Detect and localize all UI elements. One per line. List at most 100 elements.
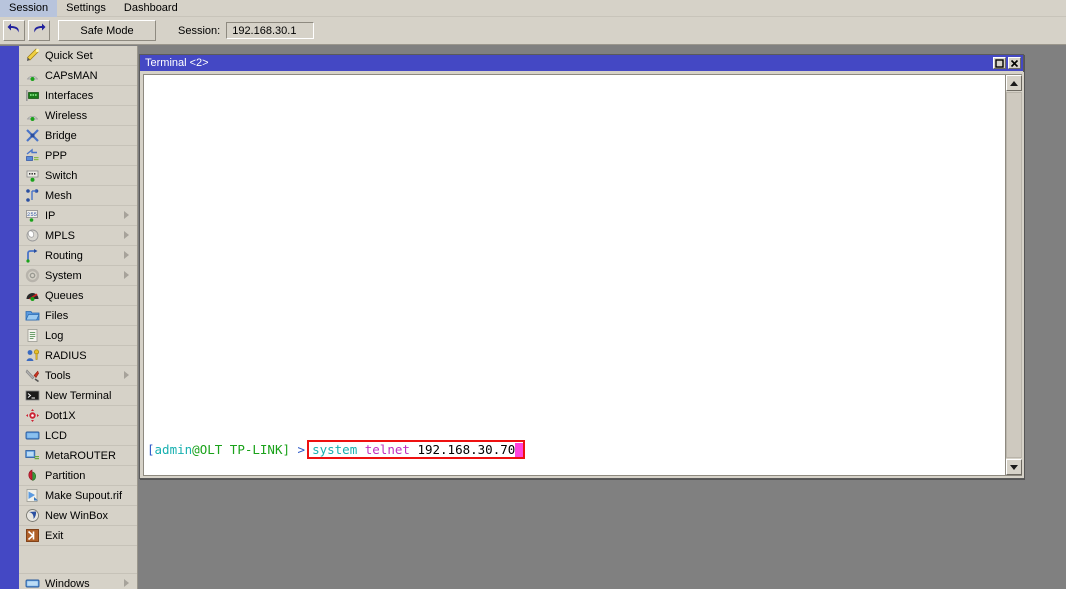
sidebar-item-label: Routing: [45, 249, 83, 262]
winbox-app: Session Settings Dashboard Safe Mode Ses…: [0, 0, 1066, 589]
sidebar-item-capsman[interactable]: CAPsMAN: [19, 66, 137, 86]
terminal-scrollbar[interactable]: [1005, 75, 1022, 475]
winbox-icon: [24, 508, 40, 524]
sidebar-item-windows[interactable]: Windows: [19, 574, 137, 589]
mesh-icon: [24, 188, 40, 204]
sidebar-item-metarouter[interactable]: MetaROUTER: [19, 446, 137, 466]
sidebar-item-label: Quick Set: [45, 49, 93, 62]
sidebar-item-label: Interfaces: [45, 89, 94, 102]
toolbar: Safe Mode Session: 192.168.30.1: [0, 17, 1066, 45]
sidebar-item-label: RADIUS: [45, 349, 87, 362]
terminal-title: Terminal <2>: [145, 57, 209, 69]
menu-session[interactable]: Session: [0, 0, 58, 17]
sidebar-item-bridge[interactable]: Bridge: [19, 126, 137, 146]
terminal-command-line[interactable]: [admin @OLT TP-LINK] > system telnet 192.…: [147, 440, 526, 459]
partition-icon: [24, 468, 40, 484]
sidebar-item-log[interactable]: Log: [19, 326, 137, 346]
ip-icon: 255: [24, 208, 40, 224]
command-highlight-box: system telnet 192.168.30.70: [307, 440, 526, 459]
sidebar-item-label: MPLS: [45, 229, 75, 242]
sidebar-item-make-supout[interactable]: Make Supout.rif: [19, 486, 137, 506]
chevron-right-icon: [124, 211, 129, 219]
antenna-icon: [24, 108, 40, 124]
interfaces-icon: [24, 88, 40, 104]
undo-button[interactable]: [3, 20, 25, 41]
sidebar-item-interfaces[interactable]: Interfaces: [19, 86, 137, 106]
prompt-host: @OLT TP-LINK]: [192, 442, 291, 457]
sidebar-item-partition[interactable]: Partition: [19, 466, 137, 486]
sidebar-item-ip[interactable]: 255 IP: [19, 206, 137, 226]
sidebar-item-ppp[interactable]: PPP: [19, 146, 137, 166]
sidebar-item-dot1x[interactable]: Dot1X: [19, 406, 137, 426]
ppp-icon: [24, 148, 40, 164]
supout-icon: [24, 488, 40, 504]
chevron-right-icon: [124, 231, 129, 239]
safe-mode-button[interactable]: Safe Mode: [58, 20, 156, 41]
sidebar-item-label: Files: [45, 309, 69, 322]
terminal-surface[interactable]: [admin @OLT TP-LINK] > system telnet 192.…: [143, 74, 1022, 476]
menu-dashboard[interactable]: Dashboard: [115, 0, 187, 17]
sidebar-item-new-terminal[interactable]: New Terminal: [19, 386, 137, 406]
command-argument: 192.168.30.70: [409, 442, 516, 457]
mpls-icon: [24, 228, 40, 244]
terminal-titlebar[interactable]: Terminal <2>: [140, 55, 1023, 71]
sidebar-item-new-winbox[interactable]: New WinBox: [19, 506, 137, 526]
sidebar-item-files[interactable]: Files: [19, 306, 137, 326]
sidebar-item-label: New Terminal: [45, 389, 112, 402]
sidebar-item-label: Partition: [45, 469, 86, 482]
windows-icon: [24, 576, 40, 589]
sidebar-item-label: System: [45, 269, 82, 282]
terminal-output[interactable]: [admin @OLT TP-LINK] > system telnet 192.…: [144, 75, 1005, 475]
system-gear-icon: [24, 268, 40, 284]
routing-icon: [24, 248, 40, 264]
sidebar-item-system[interactable]: System: [19, 266, 137, 286]
redo-button[interactable]: [28, 20, 50, 41]
sidebar-item-label: Wireless: [45, 109, 88, 122]
sidebar-item-label: Make Supout.rif: [45, 489, 123, 502]
text-cursor: [515, 442, 524, 457]
queues-icon: [24, 288, 40, 304]
close-button[interactable]: [1008, 57, 1021, 69]
sidebar-item-switch[interactable]: Switch: [19, 166, 137, 186]
sidebar-item-routing[interactable]: Routing: [19, 246, 137, 266]
chevron-right-icon: [124, 271, 129, 279]
radius-icon: [24, 348, 40, 364]
sidebar-item-lcd[interactable]: LCD: [19, 426, 137, 446]
sidebar-item-label: Queues: [45, 289, 84, 302]
undo-icon: [7, 23, 21, 39]
sidebar: WinBox Quick Set CAPsMAN Interfaces: [0, 46, 138, 589]
scroll-down-icon: [1010, 464, 1018, 470]
exit-icon: [24, 528, 40, 544]
sidebar-item-label: Log: [45, 329, 64, 342]
lcd-icon: [24, 428, 40, 444]
sidebar-item-label: Exit: [45, 529, 64, 542]
tools-icon: [24, 368, 40, 384]
scrollbar-track[interactable]: [1006, 92, 1022, 458]
sidebar-item-label: New WinBox: [45, 509, 108, 522]
command-subcommand: telnet: [357, 442, 410, 457]
sidebar-item-quick-set[interactable]: Quick Set: [19, 46, 137, 66]
sidebar-item-radius[interactable]: RADIUS: [19, 346, 137, 366]
sidebar-item-mpls[interactable]: MPLS: [19, 226, 137, 246]
svg-text:255: 255: [27, 211, 37, 218]
sidebar-item-mesh[interactable]: Mesh: [19, 186, 137, 206]
session-value[interactable]: 192.168.30.1: [226, 22, 315, 39]
scroll-up-icon: [1010, 80, 1018, 86]
sidebar-item-exit[interactable]: Exit: [19, 526, 137, 546]
sidebar-menu: Quick Set CAPsMAN Interfaces Wireless Br…: [19, 46, 137, 589]
sidebar-item-queues[interactable]: Queues: [19, 286, 137, 306]
metarouter-icon: [24, 448, 40, 464]
sidebar-item-label: Mesh: [45, 189, 72, 202]
scroll-down-button[interactable]: [1006, 459, 1022, 475]
maximize-button[interactable]: [993, 57, 1006, 69]
sidebar-item-tools[interactable]: Tools: [19, 366, 137, 386]
dot1x-icon: [24, 408, 40, 424]
menu-settings[interactable]: Settings: [57, 0, 115, 17]
terminal-window: Terminal <2> [admin @OLT TP-LINK] > syste…: [139, 54, 1024, 479]
bridge-icon: [24, 128, 40, 144]
sidebar-item-label: MetaROUTER: [45, 449, 116, 462]
terminal-icon: [24, 388, 40, 404]
scroll-up-button[interactable]: [1006, 75, 1022, 91]
sidebar-item-wireless[interactable]: Wireless: [19, 106, 137, 126]
sidebar-item-label: Dot1X: [45, 409, 76, 422]
